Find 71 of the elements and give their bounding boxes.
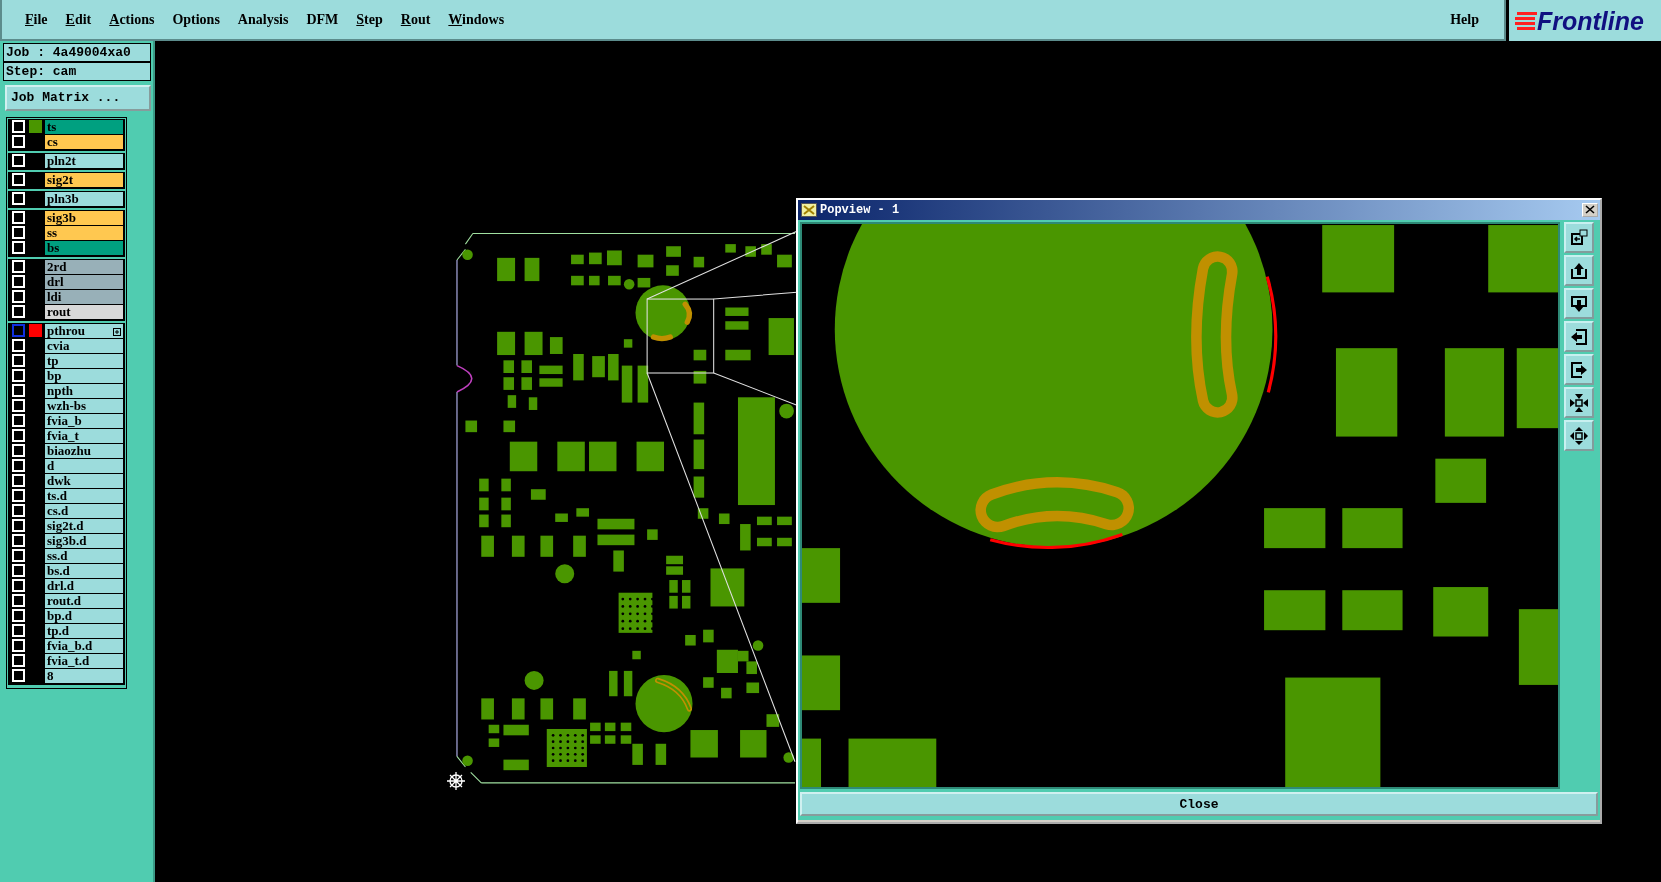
layer-name[interactable]: ts	[45, 119, 123, 134]
layer-name[interactable]: sig3b	[45, 210, 123, 225]
layer-name[interactable]: npth	[45, 383, 123, 398]
logo-text: Frontline	[1537, 7, 1644, 34]
menu-item[interactable]: Options	[163, 8, 229, 31]
layer-name[interactable]: biaozhu	[45, 443, 123, 458]
app-icon	[801, 203, 817, 217]
arrow-left-icon	[1569, 326, 1589, 347]
job-label: Job : 4a49004xa0	[3, 43, 151, 62]
menu-item[interactable]: Rout	[391, 8, 440, 31]
layer-name[interactable]: rout.d	[45, 593, 123, 608]
help-menu[interactable]: Help	[1441, 8, 1488, 31]
toolbar-button[interactable]	[1564, 222, 1594, 253]
layer-name[interactable]: wzh-bs	[45, 398, 123, 413]
layer-name[interactable]: fvia_t.d	[45, 653, 123, 668]
shrink-arrows-icon	[1569, 392, 1589, 413]
download-tray-icon	[1569, 293, 1589, 314]
layer-name[interactable]: cs.d	[45, 503, 123, 518]
toolbar-button[interactable]	[1564, 288, 1594, 319]
layer-name[interactable]: 8	[45, 668, 123, 683]
layer-name[interactable]: 2rd	[45, 259, 123, 274]
step-label: Step: cam	[3, 62, 151, 81]
layer-name[interactable]: bs	[45, 240, 123, 255]
layer-name[interactable]: fvia_b	[45, 413, 123, 428]
menu-item[interactable]: DFM	[297, 8, 348, 31]
speed-lines-icon	[1515, 10, 1537, 31]
window-arrow-icon	[1569, 227, 1589, 248]
layer-name[interactable]: ts.d	[45, 488, 123, 503]
layer-name[interactable]: ss	[45, 225, 123, 240]
toolbar-button[interactable]	[1564, 387, 1594, 418]
expand-arrows-icon	[1569, 425, 1589, 446]
toolbar-button[interactable]	[1564, 354, 1594, 385]
window-title: Popview - 1	[820, 202, 900, 219]
menu-item[interactable]: Actions	[100, 8, 164, 31]
toolbar-button[interactable]	[1564, 255, 1594, 286]
plus-box-icon	[113, 327, 121, 336]
menu-item[interactable]: Edit	[56, 8, 101, 31]
layer-checkbox[interactable]	[12, 324, 25, 337]
menu-item[interactable]: Windows	[439, 8, 514, 31]
arrow-right-icon	[1569, 359, 1589, 380]
layer-name[interactable]: cs	[45, 134, 123, 149]
layer-name[interactable]: drl	[45, 274, 123, 289]
layer-name[interactable]: sig3b.d	[45, 533, 123, 548]
layer-name[interactable]: d	[45, 458, 123, 473]
menu-item[interactable]: Step	[347, 8, 392, 31]
layer-name[interactable]: ss.d	[45, 548, 123, 563]
layer-name[interactable]: pthrou	[45, 323, 123, 338]
menu-item[interactable]: File	[16, 8, 57, 31]
origin-marker-icon	[446, 771, 466, 791]
menu-item[interactable]: Analysis	[228, 8, 298, 31]
layer-name[interactable]: bp	[45, 368, 123, 383]
layer-name[interactable]: fvia_b.d	[45, 638, 123, 653]
layer-name[interactable]: dwk	[45, 473, 123, 488]
toolbar-button[interactable]	[1564, 420, 1594, 451]
layer-name[interactable]: sig2t.d	[45, 518, 123, 533]
layer-name[interactable]: tp.d	[45, 623, 123, 638]
layer-name[interactable]: drl.d	[45, 578, 123, 593]
layer-name[interactable]: cvia	[45, 338, 123, 353]
toolbar-button[interactable]	[1564, 321, 1594, 352]
layer-name[interactable]: bp.d	[45, 608, 123, 623]
layer-name[interactable]: rout	[45, 304, 123, 319]
layer-name[interactable]: tp	[45, 353, 123, 368]
layer-name[interactable]: bs.d	[45, 563, 123, 578]
layer-name[interactable]: pln2t	[45, 153, 123, 168]
layer-name[interactable]: ldi	[45, 289, 123, 304]
close-icon[interactable]	[1582, 203, 1598, 217]
job-matrix-button[interactable]: Job Matrix ...	[5, 85, 151, 111]
layer-name[interactable]: fvia_t	[45, 428, 123, 443]
layer-name[interactable]: pln3b	[45, 191, 123, 206]
layer-name[interactable]: sig2t	[45, 172, 123, 187]
close-button[interactable]: Close	[800, 792, 1598, 816]
